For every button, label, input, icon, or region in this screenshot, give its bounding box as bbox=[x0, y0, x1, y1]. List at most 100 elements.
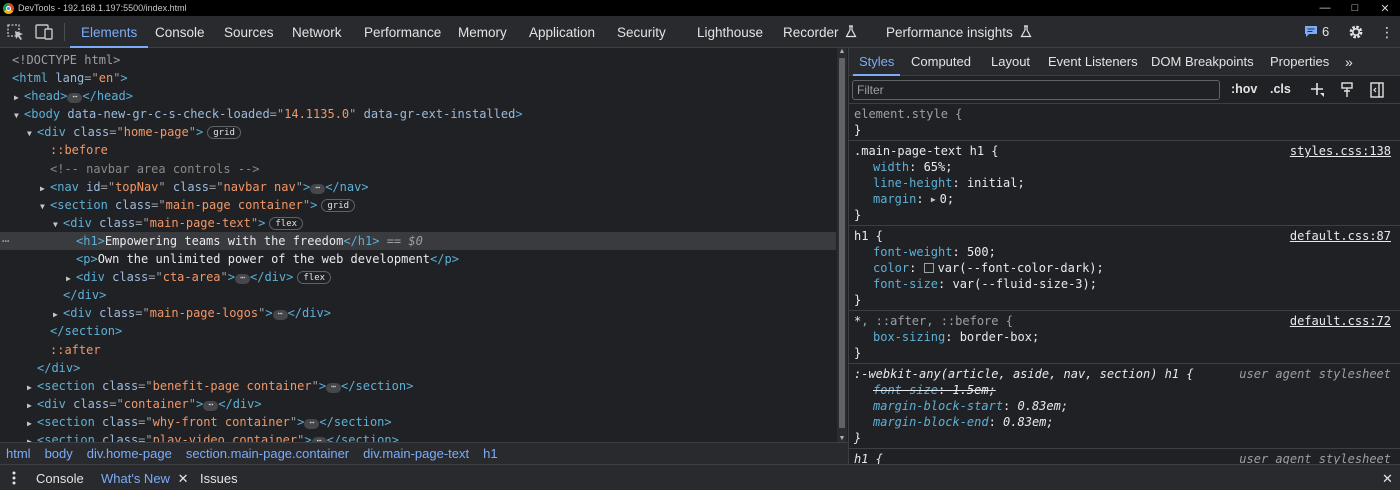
dom-node-h1-selected[interactable]: ⋯ <h1>Empowering teams with the freedom<… bbox=[0, 231, 836, 251]
more-options-icon[interactable]: ⋮ bbox=[1380, 22, 1394, 42]
dom-node-nav[interactable]: ▶ <nav id="topNav" class="navbar nav"> ⋯ </… bbox=[0, 178, 836, 196]
dom-node-div-close[interactable]: </div> bbox=[0, 359, 836, 377]
close-drawer-icon[interactable]: ✕ bbox=[1382, 471, 1393, 487]
window-title-bar: DevTools - 192.168.1.197:5500/index.html… bbox=[0, 0, 1400, 16]
tab-sources[interactable]: Sources bbox=[224, 16, 274, 48]
dom-node-body[interactable]: ▼ <body data-new-gr-c-s-check-loaded="14.… bbox=[0, 105, 836, 123]
tab-performance-insights[interactable]: Performance insights bbox=[886, 16, 1032, 48]
collapsed-content-icon[interactable]: ⋯ bbox=[310, 183, 326, 194]
flex-badge[interactable]: flex bbox=[269, 216, 304, 230]
drawer-tab-whats-new[interactable]: What's New ✕ bbox=[101, 465, 188, 490]
dom-node-main-page-text[interactable]: ▼ <div class="main-page-text"> flex bbox=[0, 214, 836, 232]
dom-node-head[interactable]: ▶ <head> ⋯ </head> bbox=[0, 87, 836, 105]
class-toggle-button[interactable]: .cls bbox=[1270, 82, 1291, 96]
flex-badge[interactable]: flex bbox=[297, 271, 332, 285]
close-tab-icon[interactable]: ✕ bbox=[178, 471, 189, 486]
tab-dom-breakpoints[interactable]: DOM Breakpoints bbox=[1151, 48, 1254, 76]
expand-triangle-icon[interactable]: ▶ bbox=[931, 192, 936, 208]
sidebar-toggle-icon[interactable] bbox=[1369, 81, 1385, 99]
breadcrumb-item[interactable]: html bbox=[6, 446, 31, 461]
tab-layout[interactable]: Layout bbox=[991, 48, 1030, 76]
gear-icon[interactable] bbox=[1347, 23, 1365, 41]
grid-badge[interactable]: grid bbox=[207, 126, 241, 140]
drawer-tab-issues[interactable]: Issues bbox=[200, 465, 238, 490]
stylesheet-link[interactable]: default.css:72 bbox=[1290, 313, 1391, 329]
more-tabs-icon[interactable]: » bbox=[1345, 48, 1353, 76]
maximize-icon[interactable]: □ bbox=[1340, 0, 1370, 16]
breadcrumb-item[interactable]: h1 bbox=[483, 446, 497, 461]
tab-performance-insights-label: Performance insights bbox=[886, 25, 1013, 40]
collapsed-content-icon[interactable]: ⋯ bbox=[304, 418, 320, 429]
dom-node-div-close[interactable]: </div> bbox=[0, 286, 836, 304]
style-rule-element-style[interactable]: element.style { } bbox=[849, 104, 1400, 141]
dom-node-home-page[interactable]: ▼ <div class="home-page"> grid bbox=[0, 123, 836, 141]
tab-properties[interactable]: Properties bbox=[1270, 48, 1329, 76]
grid-badge[interactable]: grid bbox=[321, 198, 356, 212]
scroll-up-icon[interactable]: ▲ bbox=[837, 48, 847, 55]
tab-styles[interactable]: Styles bbox=[852, 48, 901, 76]
dom-node-after[interactable]: ::after bbox=[0, 341, 836, 359]
tab-performance[interactable]: Performance bbox=[364, 16, 441, 48]
styles-filter-input[interactable] bbox=[852, 80, 1220, 100]
breadcrumb-item[interactable]: div.main-page-text bbox=[363, 446, 469, 461]
color-swatch-icon[interactable] bbox=[923, 263, 934, 273]
breadcrumb-item[interactable]: body bbox=[45, 446, 73, 461]
dom-node-p[interactable]: <p>Own the unlimited power of the web de… bbox=[0, 250, 836, 268]
dom-node-benefit-page[interactable]: ▶ <section class="benefit-page container"… bbox=[0, 377, 836, 395]
dom-node-container[interactable]: ▶ <div class="container"> ⋯ </div> bbox=[0, 395, 836, 413]
breadcrumb-item[interactable]: div.home-page bbox=[87, 446, 172, 461]
dom-node-why-front[interactable]: ▶ <section class="why-front container"> ⋯ <… bbox=[0, 413, 836, 431]
styles-subtabbar: Styles Computed Layout Event Listeners D… bbox=[849, 48, 1400, 76]
tab-event-listeners[interactable]: Event Listeners bbox=[1048, 48, 1138, 76]
stylesheet-link[interactable]: styles.css:138 bbox=[1290, 143, 1391, 159]
stylesheet-link[interactable]: default.css:87 bbox=[1290, 228, 1391, 244]
style-rule-h1-default[interactable]: h1 {default.css:87 font-weight: 500; col… bbox=[849, 226, 1400, 311]
tab-recorder[interactable]: Recorder bbox=[783, 16, 857, 48]
dom-node-main-page-logos[interactable]: ▶ <div class="main-page-logos"> ⋯ </div> bbox=[0, 304, 836, 322]
style-rule-h1-user-agent[interactable]: h1 {user agent stylesheet bbox=[849, 449, 1400, 464]
minimize-icon[interactable]: — bbox=[1310, 0, 1340, 16]
drawer-menu-icon[interactable] bbox=[8, 470, 20, 486]
tab-application[interactable]: Application bbox=[529, 16, 595, 48]
device-toolbar-icon[interactable] bbox=[34, 23, 54, 41]
style-rule-universal[interactable]: *, ::after, ::before {default.css:72 box… bbox=[849, 311, 1400, 364]
close-window-icon[interactable]: ✕ bbox=[1370, 0, 1400, 16]
dom-node-html[interactable]: <html lang="en"> bbox=[0, 69, 836, 87]
expand-triangle-icon[interactable]: ▶ bbox=[27, 433, 37, 442]
scrollbar-thumb[interactable] bbox=[839, 58, 845, 428]
tab-security[interactable]: Security bbox=[617, 16, 666, 48]
dom-node-before[interactable]: ::before bbox=[0, 141, 836, 159]
elements-panel: <!DOCTYPE html> <html lang="en"> ▶ <head>… bbox=[0, 48, 836, 442]
dom-node-section-main-page[interactable]: ▼ <section class="main-page container"> gr… bbox=[0, 196, 836, 214]
inspect-element-icon[interactable] bbox=[6, 23, 26, 41]
style-rule-main-page-text-h1[interactable]: .main-page-text h1 {styles.css:138 width… bbox=[849, 141, 1400, 226]
tab-memory[interactable]: Memory bbox=[458, 16, 507, 48]
collapsed-content-icon[interactable]: ⋯ bbox=[67, 93, 83, 104]
issues-badge[interactable]: 6 bbox=[1304, 24, 1329, 39]
tab-lighthouse[interactable]: Lighthouse bbox=[697, 16, 763, 48]
hover-state-button[interactable]: :hov bbox=[1231, 82, 1257, 96]
drawer-tab-console[interactable]: Console bbox=[36, 465, 84, 490]
elements-scrollbar[interactable]: ▲ ▼ bbox=[837, 48, 847, 442]
dom-node-cta-area[interactable]: ▶ <div class="cta-area"> ⋯ </div> flex bbox=[0, 268, 836, 286]
user-agent-source: user agent stylesheet bbox=[1239, 452, 1391, 464]
scroll-down-icon[interactable]: ▼ bbox=[837, 435, 847, 442]
tab-network[interactable]: Network bbox=[292, 16, 342, 48]
collapsed-content-icon[interactable]: ⋯ bbox=[272, 310, 288, 321]
node-actions-icon[interactable]: ⋯ bbox=[2, 232, 9, 250]
dom-node-section-close[interactable]: </section> bbox=[0, 322, 836, 340]
dom-node-comment[interactable]: <!-- navbar area controls --> bbox=[0, 160, 836, 178]
dom-node-play-video[interactable]: ▶ <section class="play-video container"> ⋯… bbox=[0, 431, 836, 442]
tab-console[interactable]: Console bbox=[155, 16, 205, 48]
style-rule-user-agent[interactable]: :-webkit-any(article, aside, nav, sectio… bbox=[849, 364, 1400, 449]
new-style-rule-icon[interactable] bbox=[1309, 81, 1325, 99]
tab-computed[interactable]: Computed bbox=[911, 48, 971, 76]
collapsed-content-icon[interactable]: ⋯ bbox=[326, 382, 342, 393]
flask-icon bbox=[845, 25, 857, 38]
collapsed-content-icon[interactable]: ⋯ bbox=[203, 400, 219, 411]
collapsed-content-icon[interactable]: ⋯ bbox=[235, 274, 250, 285]
breadcrumb-item[interactable]: section.main-page.container bbox=[186, 446, 349, 461]
tab-elements[interactable]: Elements bbox=[69, 16, 149, 48]
computed-styles-toggle-icon[interactable] bbox=[1339, 81, 1355, 99]
dom-node-doctype[interactable]: <!DOCTYPE html> bbox=[0, 51, 836, 69]
